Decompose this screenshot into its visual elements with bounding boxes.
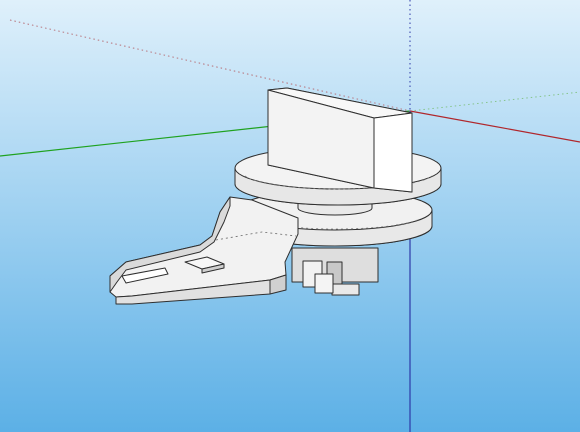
scene-canvas[interactable]	[0, 0, 580, 432]
modeling-viewport[interactable]	[0, 0, 580, 432]
top-block-front-face	[373, 112, 413, 193]
underside-foot-left	[314, 273, 334, 294]
underside-foot	[331, 283, 360, 296]
